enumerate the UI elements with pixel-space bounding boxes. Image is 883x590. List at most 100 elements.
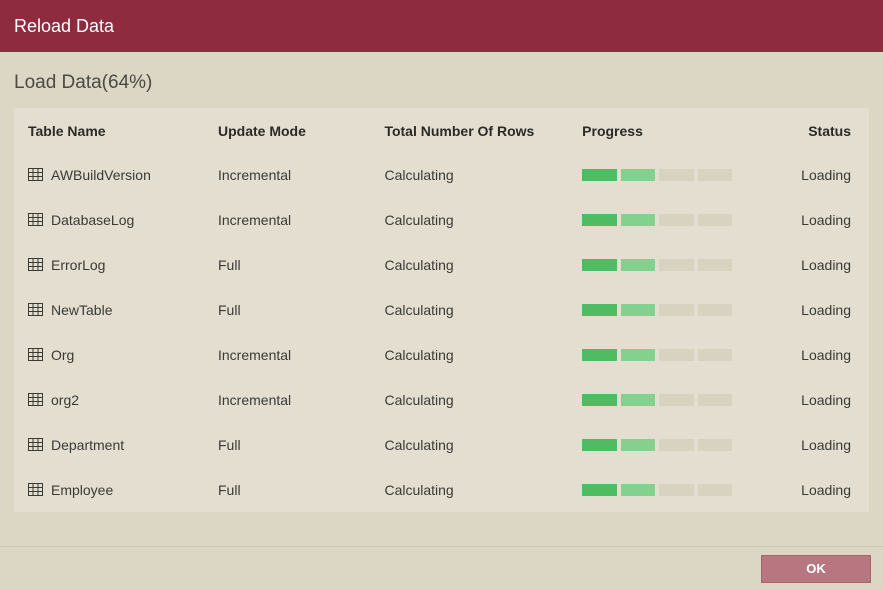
row-name: Org (51, 347, 74, 363)
table-icon (28, 213, 43, 226)
progress-seg (698, 439, 733, 451)
progress-seg (621, 214, 656, 226)
cell-rows: Calculating (374, 287, 572, 332)
cell-progress (572, 287, 791, 332)
cell-name: NewTable (14, 287, 208, 332)
progress-bar (582, 214, 732, 226)
cell-status: Loading (791, 467, 869, 512)
table-row: Employee Full Calculating Loading (14, 467, 869, 512)
table-header-row: Table Name Update Mode Total Number Of R… (14, 108, 869, 152)
section-title-suffix: ) (146, 72, 152, 93)
progress-seg (659, 214, 694, 226)
table-row: Org Incremental Calculating Loading (14, 332, 869, 377)
cell-progress (572, 152, 791, 197)
table-icon (28, 348, 43, 361)
table-icon (28, 483, 43, 496)
progress-seg (659, 304, 694, 316)
cell-mode: Full (208, 287, 374, 332)
cell-progress (572, 467, 791, 512)
table-icon (28, 393, 43, 406)
cell-mode: Full (208, 467, 374, 512)
cell-name: AWBuildVersion (14, 152, 208, 197)
table-row: ErrorLog Full Calculating Loading (14, 242, 869, 287)
cell-status: Loading (791, 422, 869, 467)
cell-mode: Full (208, 422, 374, 467)
progress-bar (582, 439, 732, 451)
progress-seg (621, 304, 656, 316)
cell-name: Employee (14, 467, 208, 512)
progress-seg (582, 349, 617, 361)
progress-seg (582, 439, 617, 451)
table-row: DatabaseLog Incremental Calculating Load… (14, 197, 869, 242)
cell-mode: Incremental (208, 152, 374, 197)
table-icon (28, 438, 43, 451)
row-name: NewTable (51, 302, 112, 318)
progress-bar (582, 394, 732, 406)
load-table: Table Name Update Mode Total Number Of R… (14, 108, 869, 512)
table-icon (28, 303, 43, 316)
progress-seg (582, 484, 617, 496)
cell-status: Loading (791, 242, 869, 287)
progress-seg (621, 349, 656, 361)
table-row: Department Full Calculating Loading (14, 422, 869, 467)
cell-status: Loading (791, 197, 869, 242)
cell-progress (572, 377, 791, 422)
cell-mode: Incremental (208, 377, 374, 422)
load-table-container: Table Name Update Mode Total Number Of R… (14, 108, 869, 512)
cell-progress (572, 197, 791, 242)
col-status: Status (791, 108, 869, 152)
progress-seg (582, 394, 617, 406)
progress-bar (582, 304, 732, 316)
progress-seg (659, 439, 694, 451)
row-name: DatabaseLog (51, 212, 134, 228)
cell-rows: Calculating (374, 332, 572, 377)
cell-mode: Full (208, 242, 374, 287)
cell-rows: Calculating (374, 242, 572, 287)
cell-rows: Calculating (374, 152, 572, 197)
table-icon (28, 258, 43, 271)
cell-name: Org (14, 332, 208, 377)
col-progress: Progress (572, 108, 791, 152)
titlebar: Reload Data (0, 0, 883, 52)
table-icon (28, 168, 43, 181)
cell-rows: Calculating (374, 467, 572, 512)
col-mode: Update Mode (208, 108, 374, 152)
cell-progress (572, 242, 791, 287)
progress-bar (582, 169, 732, 181)
row-name: Employee (51, 482, 113, 498)
cell-progress (572, 332, 791, 377)
cell-status: Loading (791, 152, 869, 197)
progress-seg (621, 439, 656, 451)
section-title: Load Data(64%) (14, 72, 869, 94)
progress-seg (582, 214, 617, 226)
progress-seg (698, 304, 733, 316)
row-name: Department (51, 437, 124, 453)
cell-status: Loading (791, 287, 869, 332)
dialog-title: Reload Data (14, 16, 114, 37)
cell-status: Loading (791, 377, 869, 422)
ok-button[interactable]: OK (761, 555, 871, 583)
progress-seg (659, 349, 694, 361)
row-name: ErrorLog (51, 257, 105, 273)
progress-seg (659, 484, 694, 496)
progress-seg (621, 484, 656, 496)
progress-seg (698, 484, 733, 496)
progress-seg (582, 259, 617, 271)
progress-seg (621, 394, 656, 406)
cell-mode: Incremental (208, 197, 374, 242)
cell-name: DatabaseLog (14, 197, 208, 242)
table-row: org2 Incremental Calculating Loading (14, 377, 869, 422)
progress-bar (582, 349, 732, 361)
row-name: org2 (51, 392, 79, 408)
cell-rows: Calculating (374, 197, 572, 242)
table-row: NewTable Full Calculating Loading (14, 287, 869, 332)
cell-mode: Incremental (208, 332, 374, 377)
cell-rows: Calculating (374, 422, 572, 467)
col-name: Table Name (14, 108, 208, 152)
section-title-prefix: Load Data( (14, 72, 108, 93)
progress-seg (698, 394, 733, 406)
footer: OK (0, 546, 883, 590)
progress-seg (621, 169, 656, 181)
cell-status: Loading (791, 332, 869, 377)
cell-name: org2 (14, 377, 208, 422)
